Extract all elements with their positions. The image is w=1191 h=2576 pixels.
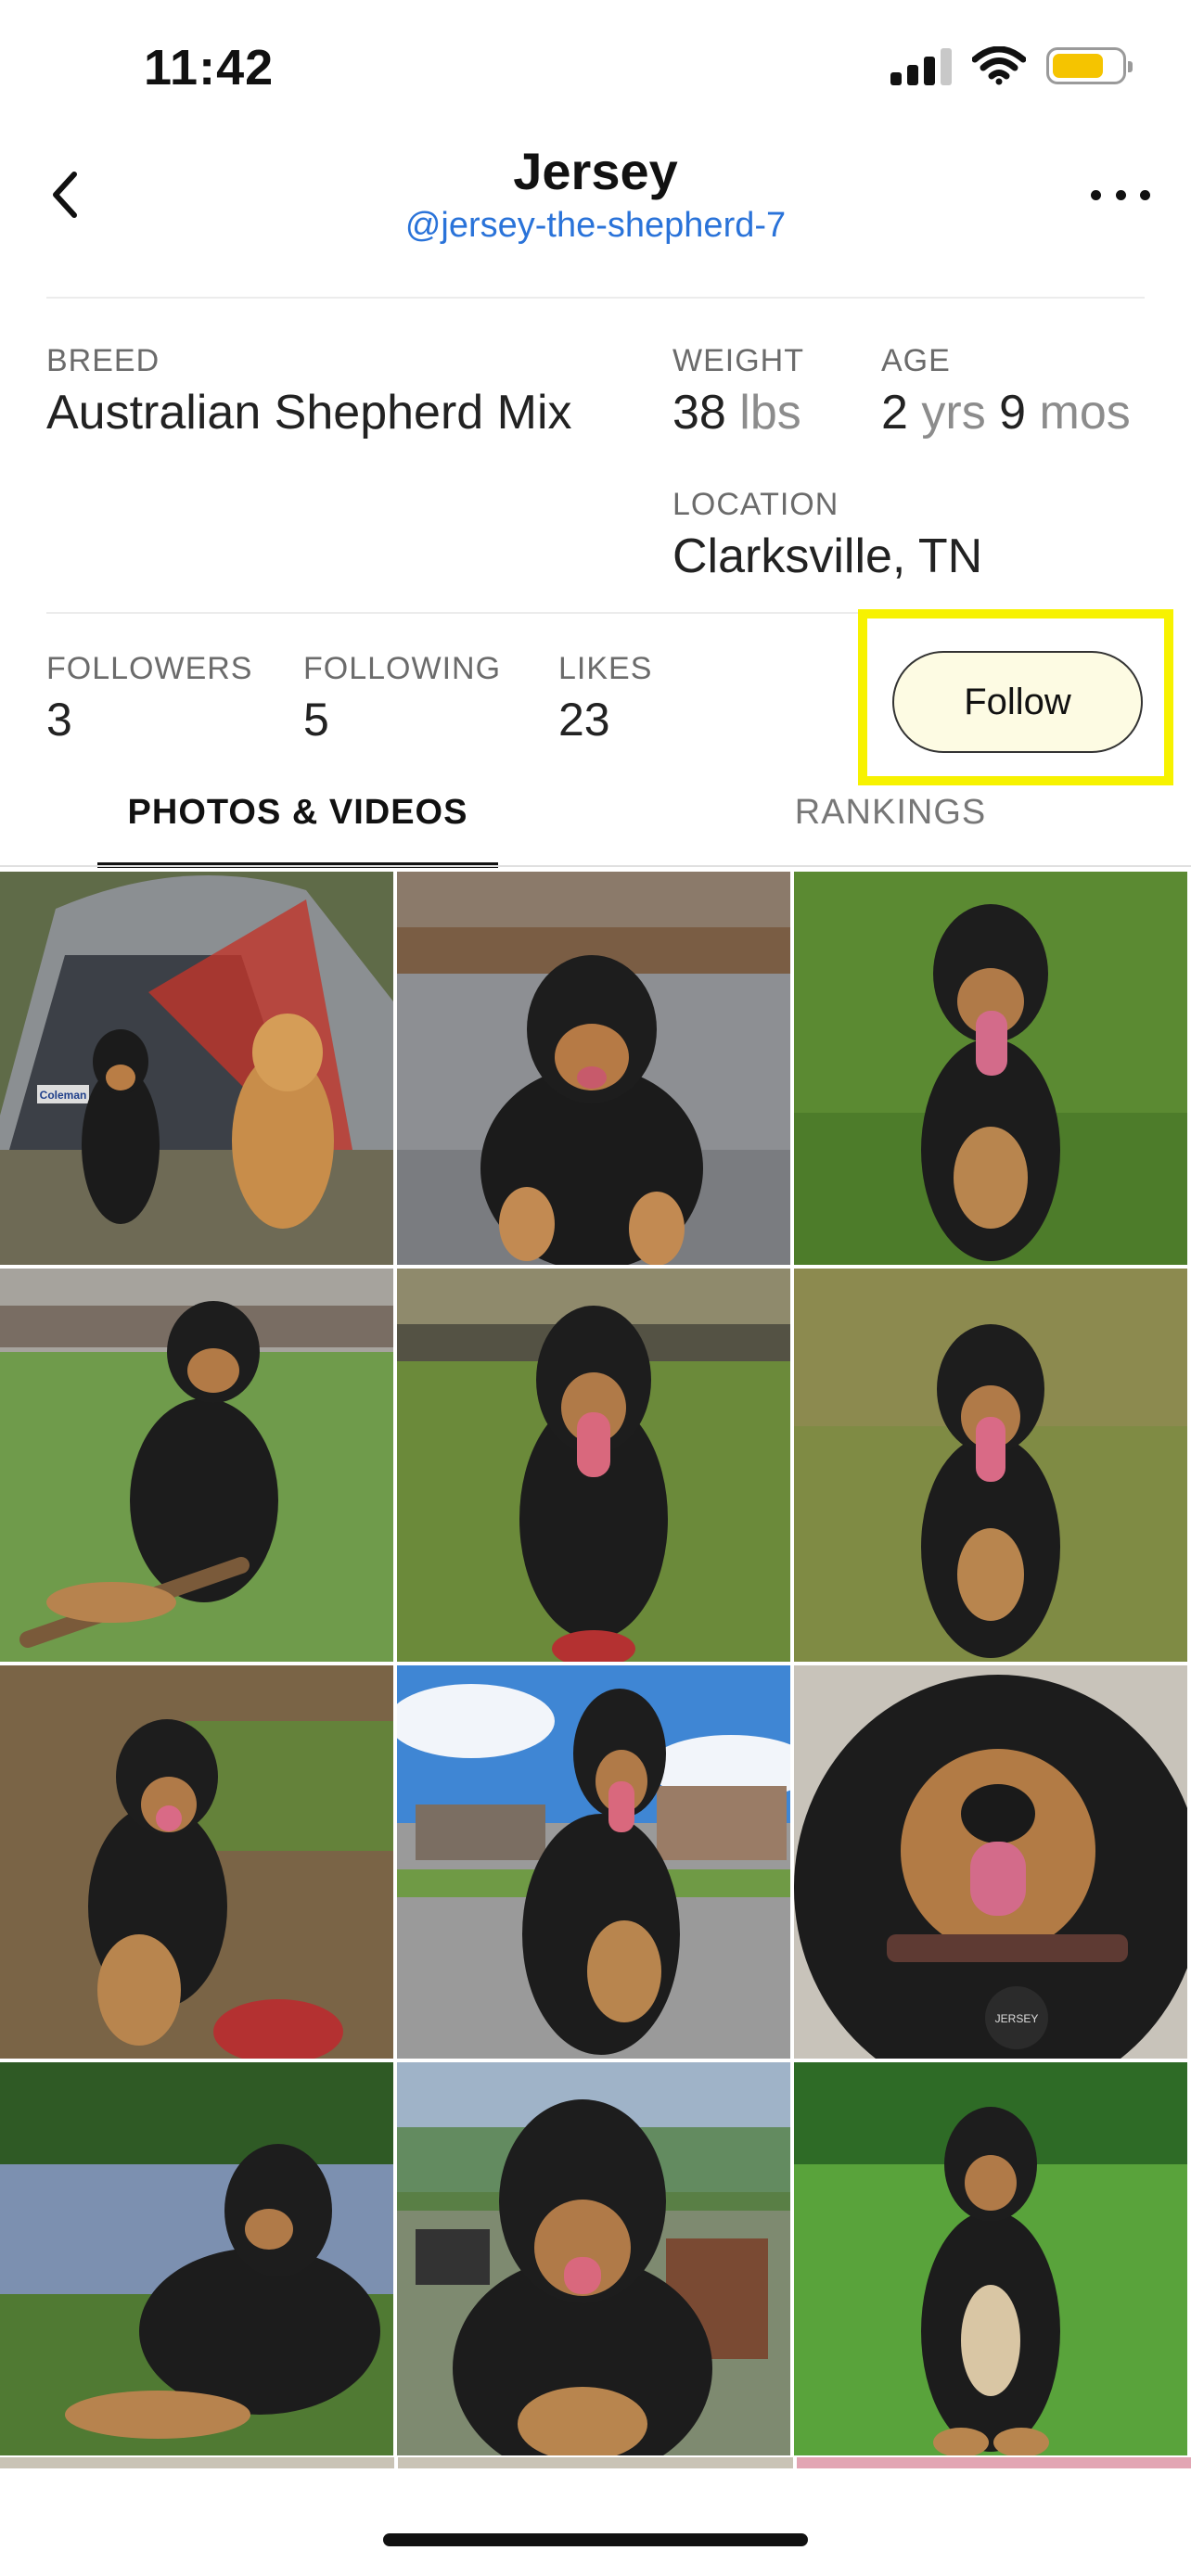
followers-label: FOLLOWERS [46,651,253,686]
next-row-peek [0,2457,1191,2468]
photo-tile[interactable]: JERSEY [794,1665,1187,2059]
age-years-unit: yrs [921,386,986,440]
weight-block: WEIGHT 38 lbs [672,343,804,440]
age-months-unit: mos [1039,386,1131,440]
weight-unit: lbs [739,386,801,440]
breed-value: Australian Shepherd Mix [46,386,572,440]
follow-button[interactable]: Follow [892,651,1143,753]
age-block: AGE 2 yrs 9 mos [881,343,1131,440]
photo-tile[interactable] [397,1665,790,2059]
wifi-icon [972,46,1026,85]
age-value: 2 yrs 9 mos [881,385,1131,440]
page-title: Jersey [513,142,678,200]
status-time: 11:42 [144,40,275,96]
tent-logo-text: Coleman [40,1089,87,1102]
breed-label: BREED [46,343,160,378]
weight-value: 38 lbs [672,385,804,440]
breed-block: BREED Australian Shepherd Mix [46,343,572,440]
photo-grid: Coleman JERSEY [0,872,1191,2455]
profile-handle[interactable]: @jersey-the-shepherd-7 [0,206,1191,246]
photo-tile[interactable] [397,872,790,1265]
location-block: LOCATION Clarksville, TN [672,487,982,584]
battery-icon [1046,47,1133,84]
header-divider [46,297,1145,299]
followers-value: 3 [46,694,72,746]
followers-stat[interactable]: FOLLOWERS 3 [46,651,252,746]
following-value: 5 [303,694,329,746]
age-months: 9 [999,386,1027,440]
home-indicator[interactable] [383,2533,808,2546]
photo-tile[interactable] [0,1665,393,2059]
more-options-button[interactable] [1083,167,1158,223]
more-horizontal-icon [1091,189,1101,200]
likes-stat[interactable]: LIKES 23 [558,651,652,746]
photo-tile[interactable] [794,2062,1187,2455]
tag-text: JERSEY [995,2012,1039,2025]
tabs-divider [0,865,1191,867]
location-value: Clarksville, TN [672,529,983,583]
likes-label: LIKES [558,651,653,686]
profile-header: Jersey @jersey-the-shepherd-7 [0,139,1191,297]
status-icons [890,46,1133,85]
profile-tabs: PHOTOS & VIDEOS RANKINGS [0,793,1191,868]
weight-number: 38 [672,386,726,440]
following-label: FOLLOWING [303,651,502,686]
cellular-signal-icon [890,46,952,85]
location-label: LOCATION [672,487,839,522]
photo-tile[interactable] [794,872,1187,1265]
photo-tile[interactable] [397,2062,790,2455]
weight-label: WEIGHT [672,343,804,378]
age-years: 2 [881,386,908,440]
tab-photos-videos[interactable]: PHOTOS & VIDEOS [97,793,498,868]
photo-tile[interactable] [0,2062,393,2455]
following-stat[interactable]: FOLLOWING 5 [303,651,501,746]
photo-tile[interactable] [397,1269,790,1662]
likes-value: 23 [558,694,610,746]
age-label: AGE [881,343,951,378]
photo-tile[interactable] [0,1269,393,1662]
status-bar: 11:42 [0,0,1191,139]
photo-tile[interactable] [794,1269,1187,1662]
tab-rankings[interactable]: RANKINGS [705,793,1076,867]
photo-tile[interactable]: Coleman [0,872,393,1265]
